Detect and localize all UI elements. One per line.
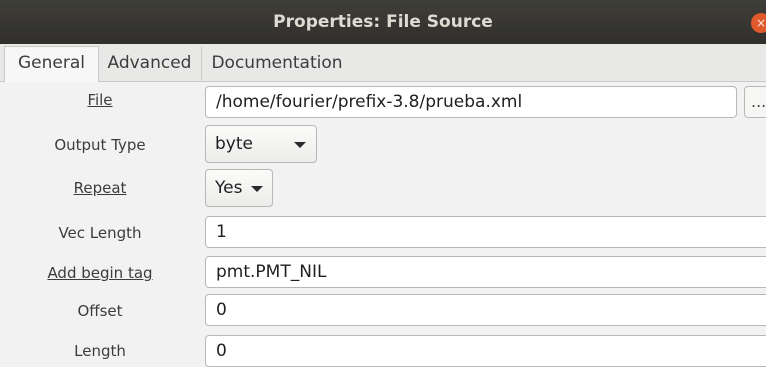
add-begin-tag-label: Add begin tag [47, 264, 153, 282]
repeat-label: Repeat [73, 179, 127, 197]
chevron-down-icon [294, 142, 306, 148]
tab-general[interactable]: General [4, 46, 99, 82]
length-label: Length [74, 342, 126, 360]
close-icon[interactable]: × [751, 13, 766, 33]
tab-bar: General Advanced Documentation [0, 44, 766, 82]
tab-documentation[interactable]: Documentation [201, 47, 352, 80]
length-field[interactable]: 0 [205, 335, 766, 367]
file-field[interactable]: /home/fourier/prefix-3.8/prueba.xml [205, 86, 737, 118]
browse-button[interactable]: ... [744, 86, 766, 118]
window-title: Properties: File Source [273, 12, 493, 32]
output-type-value: byte [215, 134, 253, 154]
offset-label: Offset [77, 302, 123, 320]
output-type-label: Output Type [54, 136, 146, 154]
title-bar: Properties: File Source × [0, 0, 766, 44]
file-label: File [87, 91, 113, 109]
chevron-down-icon [251, 186, 263, 192]
add-begin-tag-field[interactable]: pmt.PMT_NIL [205, 256, 766, 288]
vec-length-label: Vec Length [58, 224, 142, 242]
tab-advanced[interactable]: Advanced [98, 47, 201, 80]
general-panel: File /home/fourier/prefix-3.8/prueba.xml… [0, 82, 766, 367]
offset-field[interactable]: 0 [205, 294, 766, 326]
vec-length-field[interactable]: 1 [205, 216, 766, 248]
repeat-select[interactable]: Yes [205, 169, 273, 207]
output-type-select[interactable]: byte [205, 125, 317, 163]
repeat-value: Yes [215, 178, 243, 198]
